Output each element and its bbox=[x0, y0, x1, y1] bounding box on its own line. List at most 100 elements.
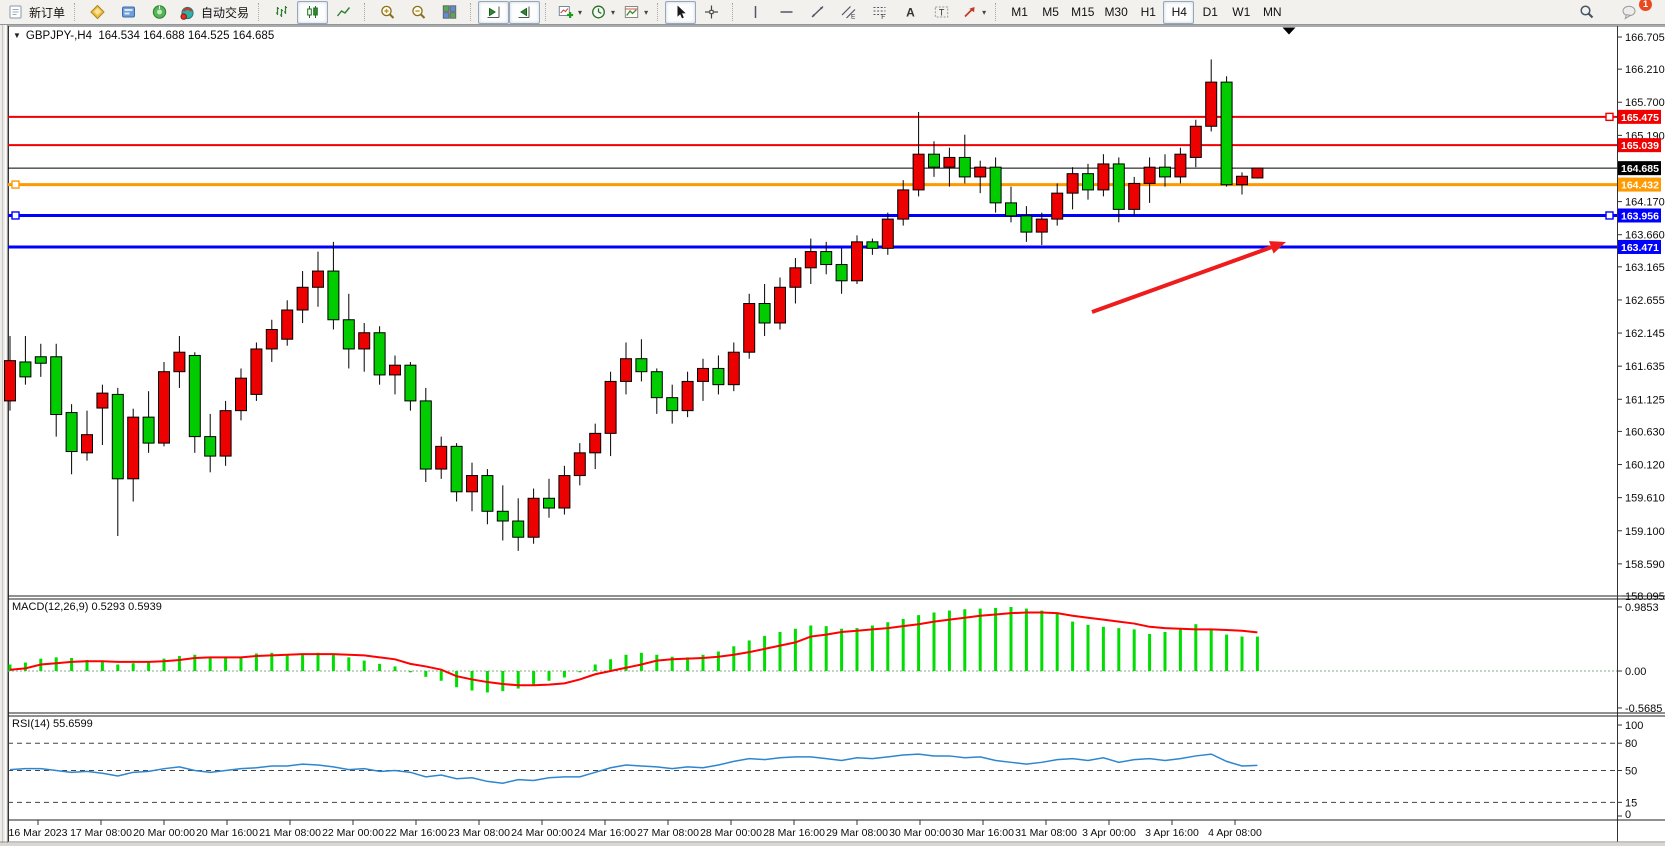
candle bbox=[1252, 168, 1263, 178]
svg-text:E: E bbox=[851, 14, 856, 21]
candle bbox=[420, 401, 431, 469]
crosshair-button[interactable] bbox=[696, 1, 727, 24]
candle bbox=[482, 476, 493, 512]
price-badge-label: 165.039 bbox=[1621, 140, 1659, 152]
rsi-tick-label: 50 bbox=[1625, 766, 1637, 778]
text-button[interactable]: A bbox=[895, 1, 926, 24]
dropdown-caret-icon: ▾ bbox=[982, 8, 986, 17]
price-tick-label: 166.210 bbox=[1625, 64, 1665, 76]
price-badge-label: 163.471 bbox=[1621, 242, 1659, 254]
notifications-button[interactable]: 1 bbox=[1614, 1, 1645, 24]
candle bbox=[97, 393, 108, 408]
timeframe-h1[interactable]: H1 bbox=[1132, 1, 1163, 24]
toolbar-separator bbox=[258, 3, 262, 21]
timeframe-m30[interactable]: M30 bbox=[1098, 1, 1131, 24]
candle bbox=[282, 310, 293, 339]
arrows-button[interactable]: ▾ bbox=[957, 1, 990, 24]
periods-button[interactable]: ▾ bbox=[586, 1, 619, 24]
chart-canvas[interactable]: 166.705166.210165.700165.190164.170163.6… bbox=[0, 25, 1665, 846]
cursor-button[interactable] bbox=[665, 1, 696, 24]
bar-chart-button[interactable] bbox=[266, 1, 297, 24]
data-window-button[interactable] bbox=[113, 1, 144, 24]
line-handle[interactable] bbox=[12, 212, 19, 219]
timeframe-d1[interactable]: D1 bbox=[1194, 1, 1225, 24]
candlestick-chart-button[interactable] bbox=[297, 1, 328, 24]
candle bbox=[51, 357, 62, 415]
candle bbox=[790, 268, 801, 287]
price-tick-label: 161.635 bbox=[1625, 361, 1665, 373]
trendline-button[interactable] bbox=[802, 1, 833, 24]
candle bbox=[759, 304, 770, 323]
time-tick-label: 20 Mar 00:00 bbox=[133, 827, 195, 839]
fibo-icon: F bbox=[871, 4, 888, 20]
toolbar-separator bbox=[470, 3, 474, 21]
candle bbox=[913, 154, 924, 190]
fibonacci-button[interactable]: F bbox=[864, 1, 895, 24]
timeframe-m5[interactable]: M5 bbox=[1034, 1, 1065, 24]
candle bbox=[852, 242, 863, 281]
label-button[interactable]: T bbox=[926, 1, 957, 24]
chart-shift-button[interactable] bbox=[509, 1, 540, 24]
rsi-tick-label: 100 bbox=[1625, 720, 1643, 732]
candle bbox=[621, 359, 632, 382]
line-handle[interactable] bbox=[12, 181, 19, 188]
price-tick-label: 159.610 bbox=[1625, 493, 1665, 505]
toolbar-separator bbox=[657, 3, 661, 21]
candle bbox=[174, 352, 185, 371]
trendline-icon bbox=[809, 4, 826, 20]
new-order-button[interactable]: 新订单 bbox=[3, 1, 69, 24]
timeframe-w1[interactable]: W1 bbox=[1225, 1, 1256, 24]
candle bbox=[590, 433, 601, 452]
candle bbox=[990, 167, 1001, 203]
time-tick-label: 21 Mar 08:00 bbox=[259, 827, 321, 839]
candle bbox=[544, 498, 555, 508]
zoom-in-button[interactable] bbox=[372, 1, 403, 24]
equidistant-channel-button[interactable]: E bbox=[833, 1, 864, 24]
periods-icon bbox=[590, 4, 607, 20]
macd-tick-label: 0.00 bbox=[1625, 666, 1646, 678]
vertical-line-button[interactable] bbox=[740, 1, 771, 24]
indicators-button[interactable]: ▾ bbox=[553, 1, 586, 24]
autotrade-button-label: 自动交易 bbox=[201, 4, 249, 21]
candle bbox=[1083, 174, 1094, 190]
horizontal-line-button[interactable] bbox=[771, 1, 802, 24]
price-tick-label: 164.170 bbox=[1625, 197, 1665, 209]
candle bbox=[682, 381, 693, 410]
navigator-button[interactable] bbox=[144, 1, 175, 24]
tile-windows-button[interactable] bbox=[434, 1, 465, 24]
price-tick-label: 163.660 bbox=[1625, 230, 1665, 242]
toolbar-right-icons: 1 bbox=[1571, 1, 1665, 24]
candle bbox=[359, 333, 370, 349]
candle bbox=[898, 190, 909, 219]
time-tick-label: 3 Apr 00:00 bbox=[1082, 827, 1136, 839]
dropdown-caret-icon: ▾ bbox=[578, 8, 582, 17]
candle bbox=[1221, 82, 1232, 185]
candle bbox=[1175, 154, 1186, 177]
candle bbox=[636, 359, 647, 372]
search-button[interactable] bbox=[1571, 1, 1602, 24]
autotrade-button[interactable]: 自动交易 bbox=[175, 1, 253, 24]
time-tick-label: 23 Mar 08:00 bbox=[448, 827, 510, 839]
templates-button[interactable]: ▾ bbox=[619, 1, 652, 24]
timeframe-mn[interactable]: MN bbox=[1256, 1, 1287, 24]
zoom-out-button[interactable] bbox=[403, 1, 434, 24]
timeframe-m15[interactable]: M15 bbox=[1065, 1, 1098, 24]
line-handle[interactable] bbox=[1606, 212, 1613, 219]
timeframe-h4[interactable]: H4 bbox=[1163, 1, 1194, 24]
timeframe-m15-label: M15 bbox=[1071, 5, 1094, 19]
price-tick-label: 160.630 bbox=[1625, 426, 1665, 438]
candle bbox=[1129, 183, 1140, 209]
auto-scroll-button[interactable] bbox=[478, 1, 509, 24]
candle bbox=[1036, 219, 1047, 232]
toolbar-separator bbox=[74, 3, 78, 21]
line-handle[interactable] bbox=[1606, 113, 1613, 120]
market-watch-button[interactable] bbox=[82, 1, 113, 24]
candle bbox=[390, 365, 401, 375]
svg-text:A: A bbox=[906, 6, 915, 20]
collapse-arrow-icon[interactable]: ▼ bbox=[13, 31, 21, 40]
candle bbox=[528, 498, 539, 537]
time-tick-label: 3 Apr 16:00 bbox=[1145, 827, 1199, 839]
timeframe-m1[interactable]: M1 bbox=[1003, 1, 1034, 24]
candle bbox=[513, 521, 524, 537]
line-chart-button[interactable] bbox=[328, 1, 359, 24]
